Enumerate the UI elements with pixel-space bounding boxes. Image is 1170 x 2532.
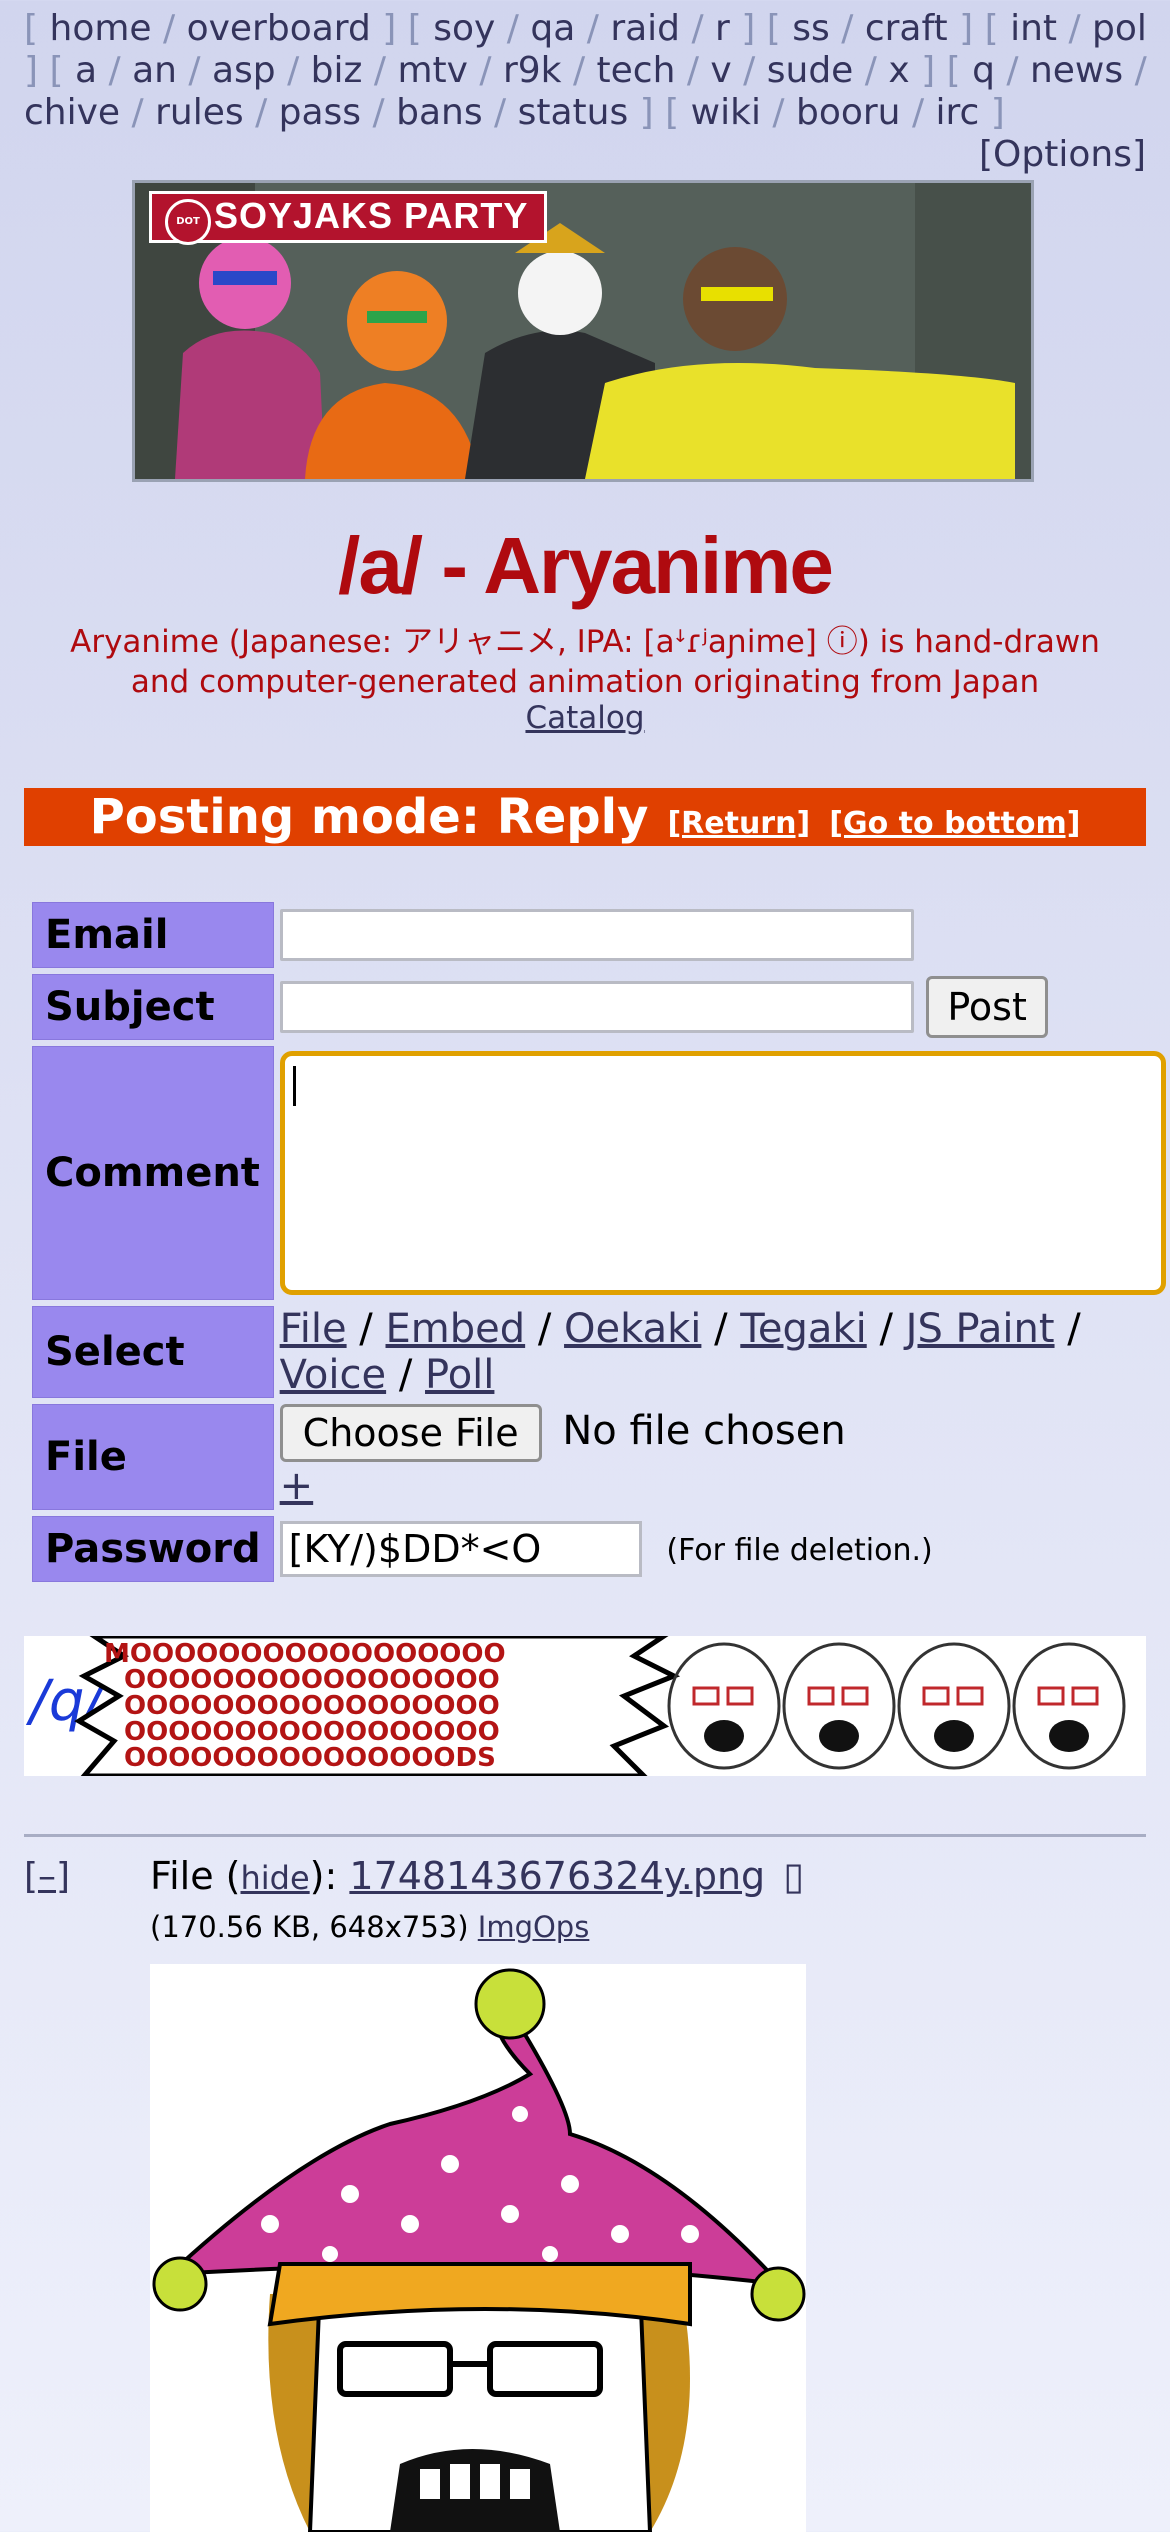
- board-link-chive[interactable]: chive: [24, 92, 120, 133]
- board-link-rules[interactable]: rules: [155, 92, 244, 133]
- board-link-pass[interactable]: pass: [279, 92, 361, 133]
- post-form: Email Subject Post Comment Select File /…: [26, 896, 1170, 1588]
- collapse-post-button[interactable]: [–]: [24, 1856, 70, 1897]
- file-label: File: [32, 1404, 274, 1510]
- post-image[interactable]: [150, 1964, 806, 2532]
- choose-file-button[interactable]: Choose File: [279, 1404, 542, 1462]
- catalog-link[interactable]: Catalog: [525, 700, 644, 736]
- go-to-bottom-link[interactable]: [Go to bottom]: [829, 806, 1080, 841]
- subject-label: Subject: [32, 974, 274, 1040]
- board-link-wiki[interactable]: wiki: [691, 92, 761, 133]
- select-option-oekaki[interactable]: Oekaki: [564, 1306, 701, 1352]
- board-link-raid[interactable]: raid: [610, 8, 680, 49]
- file-info: File (hide): 1748143676324y.png ▯: [150, 1854, 804, 1898]
- board-link-qa[interactable]: qa: [530, 8, 575, 49]
- board-link-r[interactable]: r: [715, 8, 730, 49]
- select-option-file[interactable]: File: [280, 1306, 347, 1352]
- board-subtitle: Aryanime (Japanese: アリャニメ, IPA: [aꜜɾʲaɲi…: [70, 624, 1100, 700]
- password-field[interactable]: [KY/)$DD*<O: [279, 1521, 642, 1577]
- page-title: /a/ - Aryanime: [338, 521, 834, 610]
- file-icon[interactable]: ▯: [783, 1854, 804, 1898]
- board-link-mtv[interactable]: mtv: [397, 50, 468, 91]
- dot-badge: DOT: [165, 199, 211, 245]
- file-suffix: ):: [309, 1854, 350, 1898]
- email-label: Email: [32, 902, 274, 968]
- posting-mode-bar: Posting mode: Reply [Return] [Go to bott…: [24, 788, 1146, 846]
- board-link-v[interactable]: v: [710, 50, 731, 91]
- subject-field[interactable]: [279, 981, 914, 1033]
- board-link-r9k[interactable]: r9k: [503, 50, 562, 91]
- board-link-asp[interactable]: asp: [212, 50, 276, 91]
- board-link-soy[interactable]: soy: [433, 8, 495, 49]
- board-link-booru[interactable]: booru: [796, 92, 901, 133]
- board-link-sude[interactable]: sude: [767, 50, 854, 91]
- no-file-text: No file chosen: [562, 1408, 846, 1454]
- add-file-link[interactable]: +: [280, 1463, 314, 1509]
- board-link-tech[interactable]: tech: [597, 50, 676, 91]
- board-link-irc[interactable]: irc: [936, 92, 980, 133]
- board-link-ss[interactable]: ss: [792, 8, 830, 49]
- comment-textarea[interactable]: [279, 1051, 1166, 1295]
- svg-text:OOOOOOOOOOOOOOODS: OOOOOOOOOOOOOOODS: [124, 1743, 496, 1773]
- imgops-link[interactable]: ImgOps: [478, 1910, 590, 1944]
- comment-label: Comment: [32, 1046, 274, 1300]
- site-banner[interactable]: SOYJAKS PARTY DOT: [132, 180, 1034, 482]
- email-field[interactable]: [279, 909, 914, 961]
- select-option-embed[interactable]: Embed: [386, 1306, 526, 1352]
- ad-banner[interactable]: /q/ MOOOOOOOOOOOOOOOOO OOOOOOOOOOOOOOOOO…: [24, 1636, 1146, 1776]
- board-link-craft[interactable]: craft: [865, 8, 948, 49]
- board-link-q[interactable]: q: [972, 50, 995, 91]
- divider: [24, 1834, 1146, 1837]
- select-option-js-paint[interactable]: JS Paint: [906, 1306, 1055, 1352]
- banner-text: SOYJAKS PARTY: [214, 195, 529, 236]
- jester-soyjak-image: [150, 1964, 806, 2532]
- board-link-news[interactable]: news: [1030, 50, 1123, 91]
- select-label: Select: [32, 1306, 274, 1398]
- post-button[interactable]: Post: [926, 976, 1048, 1038]
- select-options: File / Embed / Oekaki / Tegaki / JS Pain…: [279, 1306, 1081, 1398]
- board-link-pol[interactable]: pol: [1092, 8, 1147, 49]
- board-link-status[interactable]: status: [518, 92, 629, 133]
- file-prefix: File (: [150, 1854, 241, 1898]
- board-link-an[interactable]: an: [132, 50, 177, 91]
- ad-banner-image: /q/ MOOOOOOOOOOOOOOOOO OOOOOOOOOOOOOOOOO…: [24, 1636, 1146, 1776]
- options-link[interactable]: [Options]: [979, 134, 1146, 175]
- file-name-link[interactable]: 1748143676324y.png: [349, 1854, 765, 1898]
- select-option-voice[interactable]: Voice: [280, 1352, 386, 1398]
- file-meta: (170.56 KB, 648x753) ImgOps: [150, 1910, 589, 1944]
- text-caret: [292, 1066, 296, 1106]
- board-link-home[interactable]: home: [50, 8, 152, 49]
- board-link-bans[interactable]: bans: [396, 92, 482, 133]
- board-list: [ home / overboard ] [ soy / qa / raid /…: [24, 8, 1147, 133]
- file-size-dimensions: (170.56 KB, 648x753): [150, 1910, 469, 1944]
- password-label: Password: [32, 1516, 274, 1582]
- board-link-x[interactable]: x: [888, 50, 909, 91]
- board-link-int[interactable]: int: [1010, 8, 1057, 49]
- posting-mode-label: Posting mode: Reply: [89, 789, 649, 845]
- select-option-poll[interactable]: Poll: [425, 1352, 494, 1398]
- password-note: (For file deletion.): [666, 1533, 933, 1568]
- return-link[interactable]: [Return]: [667, 806, 810, 841]
- board-link-overboard[interactable]: overboard: [187, 8, 371, 49]
- board-link-biz[interactable]: biz: [311, 50, 363, 91]
- hide-link[interactable]: hide: [241, 1859, 310, 1897]
- select-option-tegaki[interactable]: Tegaki: [740, 1306, 866, 1352]
- board-link-a[interactable]: a: [75, 50, 97, 91]
